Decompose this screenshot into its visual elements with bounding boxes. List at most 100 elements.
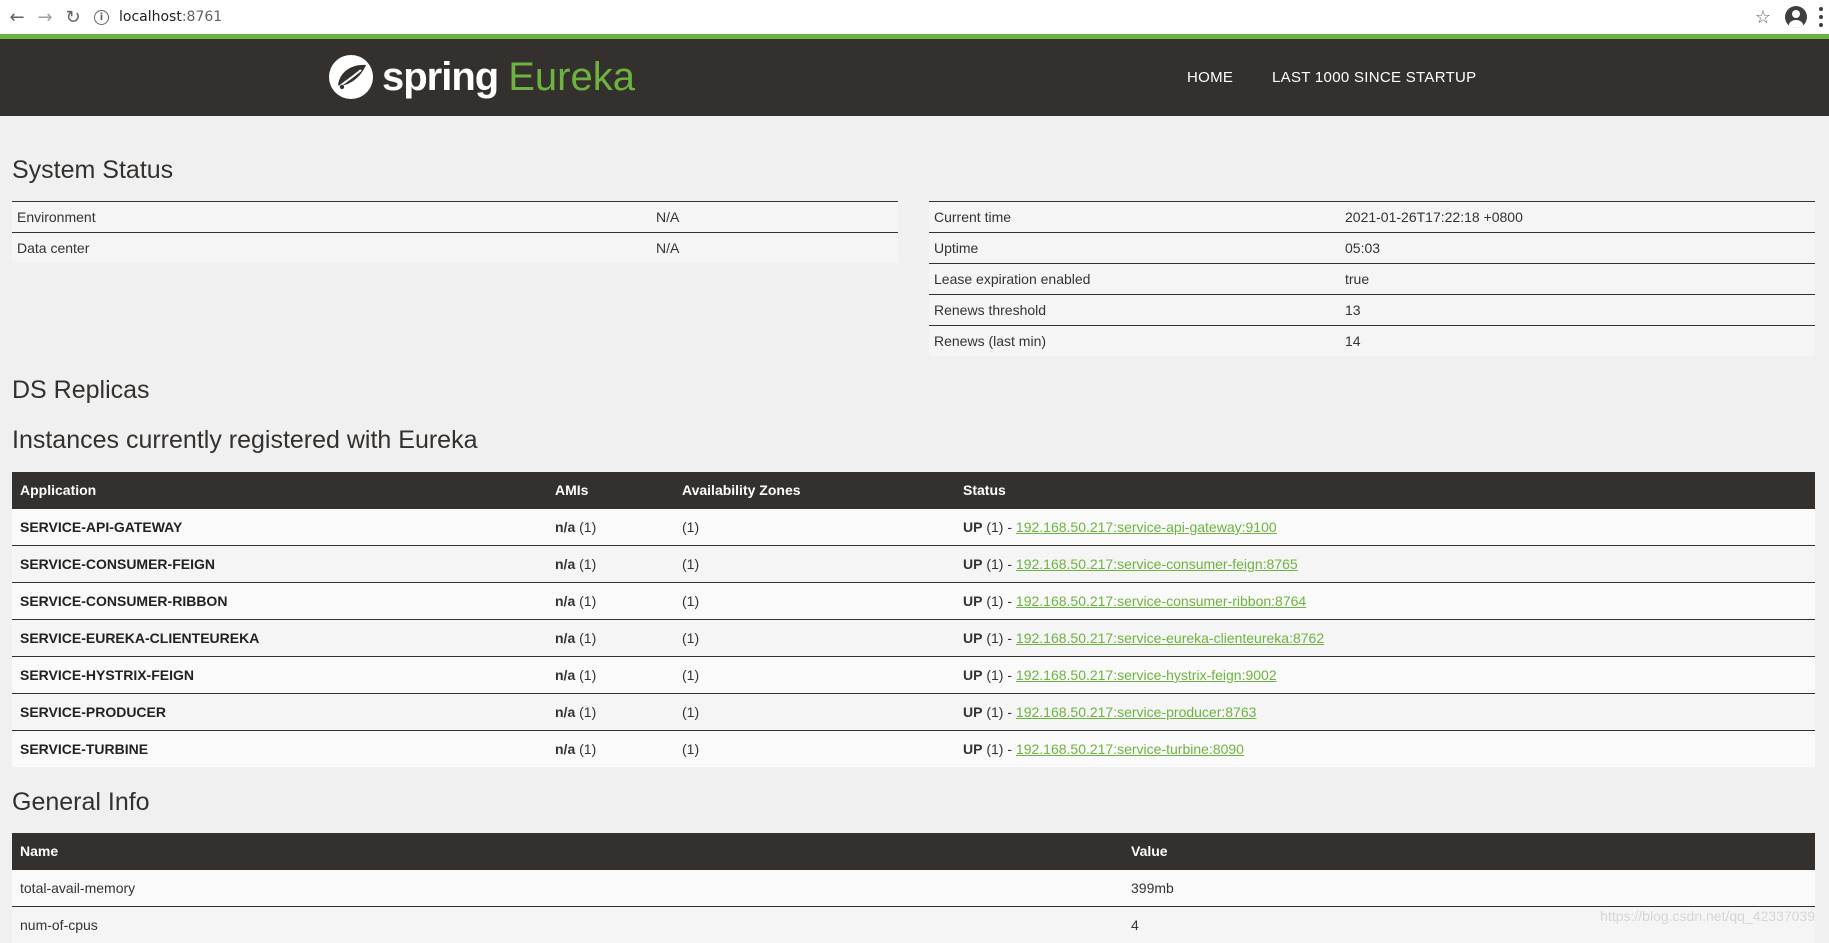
bookmark-star-icon[interactable]: ☆ [1755, 7, 1771, 28]
col-header-value: Value [1123, 833, 1815, 870]
spring-leaf-icon [328, 54, 374, 100]
zones-cell: (1) [674, 694, 955, 731]
info-name: num-of-cpus [12, 907, 1123, 943]
amis-cell: n/a (1) [547, 657, 674, 694]
status-up: UP [963, 593, 982, 609]
status-row: Current time 2021-01-26T17:22:18 +0800 [929, 202, 1815, 233]
status-row: Uptime 05:03 [929, 233, 1815, 264]
system-status-right-table: Current time 2021-01-26T17:22:18 +0800 U… [929, 201, 1815, 356]
instance-link[interactable]: 192.168.50.217:service-api-gateway:9100 [1016, 519, 1277, 535]
spring-eureka-logo[interactable]: spring Eureka [328, 51, 635, 103]
general-info-title: General Info [12, 788, 150, 817]
instance-link[interactable]: 192.168.50.217:service-turbine:8090 [1016, 741, 1244, 757]
url-text[interactable]: localhost:8761 [119, 9, 222, 25]
status-label: Data center [12, 233, 651, 264]
address-bar[interactable]: i localhost:8761 [94, 0, 222, 34]
status-row: Renews (last min) 14 [929, 326, 1815, 357]
instance-link[interactable]: 192.168.50.217:service-eureka-clienteure… [1016, 630, 1324, 646]
instance-row: SERVICE-TURBINE n/a (1) (1) UP (1) - 192… [12, 731, 1815, 768]
zones-cell: (1) [674, 657, 955, 694]
instance-link[interactable]: 192.168.50.217:service-hystrix-feign:900… [1016, 667, 1277, 683]
status-count: (1) - [986, 667, 1016, 683]
general-info-header-row: Name Value [12, 833, 1815, 870]
app-name: SERVICE-CONSUMER-FEIGN [12, 546, 547, 583]
ds-replicas-title: DS Replicas [12, 376, 150, 405]
status-up: UP [963, 741, 982, 757]
forward-arrow-icon[interactable]: → [34, 6, 56, 28]
instance-link[interactable]: 192.168.50.217:service-producer:8763 [1016, 704, 1257, 720]
nav-last-1000-link[interactable]: LAST 1000 SINCE STARTUP [1272, 69, 1476, 86]
status-cell: UP (1) - 192.168.50.217:service-turbine:… [955, 731, 1815, 768]
instance-row: SERVICE-API-GATEWAY n/a (1) (1) UP (1) -… [12, 509, 1815, 546]
app-name: SERVICE-EUREKA-CLIENTEUREKA [12, 620, 547, 657]
instance-row: SERVICE-HYSTRIX-FEIGN n/a (1) (1) UP (1)… [12, 657, 1815, 694]
amis-cell: n/a (1) [547, 583, 674, 620]
instance-row: SERVICE-PRODUCER n/a (1) (1) UP (1) - 19… [12, 694, 1815, 731]
instance-row: SERVICE-EUREKA-CLIENTEUREKA n/a (1) (1) … [12, 620, 1815, 657]
nav-last-1000: LAST 1000 SINCE STARTUP [1272, 39, 1476, 116]
instances-title: Instances currently registered with Eure… [12, 426, 478, 455]
status-value: N/A [651, 202, 898, 233]
status-label: Current time [929, 202, 1340, 233]
ami-count: (1) [579, 630, 596, 646]
status-count: (1) - [986, 741, 1016, 757]
info-icon[interactable]: i [94, 10, 109, 25]
status-cell: UP (1) - 192.168.50.217:service-producer… [955, 694, 1815, 731]
instances-header-row: Application AMIs Availability Zones Stat… [12, 472, 1815, 509]
status-value: 05:03 [1340, 233, 1815, 264]
general-info-row: total-avail-memory 399mb [12, 870, 1815, 907]
ami-value: n/a [555, 741, 575, 757]
zones-cell: (1) [674, 731, 955, 768]
status-count: (1) - [986, 630, 1016, 646]
status-row: Environment N/A [12, 202, 898, 233]
status-up: UP [963, 519, 982, 535]
instance-link[interactable]: 192.168.50.217:service-consumer-feign:87… [1016, 556, 1298, 572]
status-cell: UP (1) - 192.168.50.217:service-hystrix-… [955, 657, 1815, 694]
instance-row: SERVICE-CONSUMER-RIBBON n/a (1) (1) UP (… [12, 583, 1815, 620]
ami-count: (1) [579, 704, 596, 720]
logo-eureka-text: Eureka [508, 55, 635, 100]
status-value: 2021-01-26T17:22:18 +0800 [1340, 202, 1815, 233]
browser-toolbar: ← → ↻ i localhost:8761 ☆ [0, 0, 1829, 34]
info-name: total-avail-memory [12, 870, 1123, 907]
status-row: Lease expiration enabled true [929, 264, 1815, 295]
status-label: Uptime [929, 233, 1340, 264]
ami-count: (1) [579, 741, 596, 757]
nav-home: HOME [1187, 39, 1233, 116]
status-up: UP [963, 667, 982, 683]
menu-kebab-icon[interactable] [1819, 7, 1823, 27]
zones-cell: (1) [674, 583, 955, 620]
ami-value: n/a [555, 630, 575, 646]
status-row: Renews threshold 13 [929, 295, 1815, 326]
status-up: UP [963, 556, 982, 572]
status-cell: UP (1) - 192.168.50.217:service-api-gate… [955, 509, 1815, 546]
status-label: Lease expiration enabled [929, 264, 1340, 295]
zones-cell: (1) [674, 620, 955, 657]
watermark-text: https://blog.csdn.net/qq_42337039 [1600, 908, 1815, 924]
app-name: SERVICE-API-GATEWAY [12, 509, 547, 546]
zones-cell: (1) [674, 509, 955, 546]
account-icon[interactable] [1785, 6, 1807, 28]
amis-cell: n/a (1) [547, 509, 674, 546]
status-count: (1) - [986, 593, 1016, 609]
col-header-application: Application [12, 472, 547, 509]
reload-icon[interactable]: ↻ [62, 6, 84, 28]
status-count: (1) - [986, 704, 1016, 720]
instance-link[interactable]: 192.168.50.217:service-consumer-ribbon:8… [1016, 593, 1306, 609]
ami-value: n/a [555, 556, 575, 572]
ami-value: n/a [555, 519, 575, 535]
status-value: 14 [1340, 326, 1815, 357]
status-up: UP [963, 704, 982, 720]
status-label: Renews (last min) [929, 326, 1340, 357]
app-name: SERVICE-PRODUCER [12, 694, 547, 731]
amis-cell: n/a (1) [547, 694, 674, 731]
nav-home-link[interactable]: HOME [1187, 69, 1233, 86]
status-value: 13 [1340, 295, 1815, 326]
instances-table: Application AMIs Availability Zones Stat… [12, 472, 1815, 767]
col-header-status: Status [955, 472, 1815, 509]
back-arrow-icon[interactable]: ← [6, 6, 28, 28]
url-host: localhost [119, 9, 182, 25]
amis-cell: n/a (1) [547, 620, 674, 657]
ami-value: n/a [555, 593, 575, 609]
app-name: SERVICE-CONSUMER-RIBBON [12, 583, 547, 620]
